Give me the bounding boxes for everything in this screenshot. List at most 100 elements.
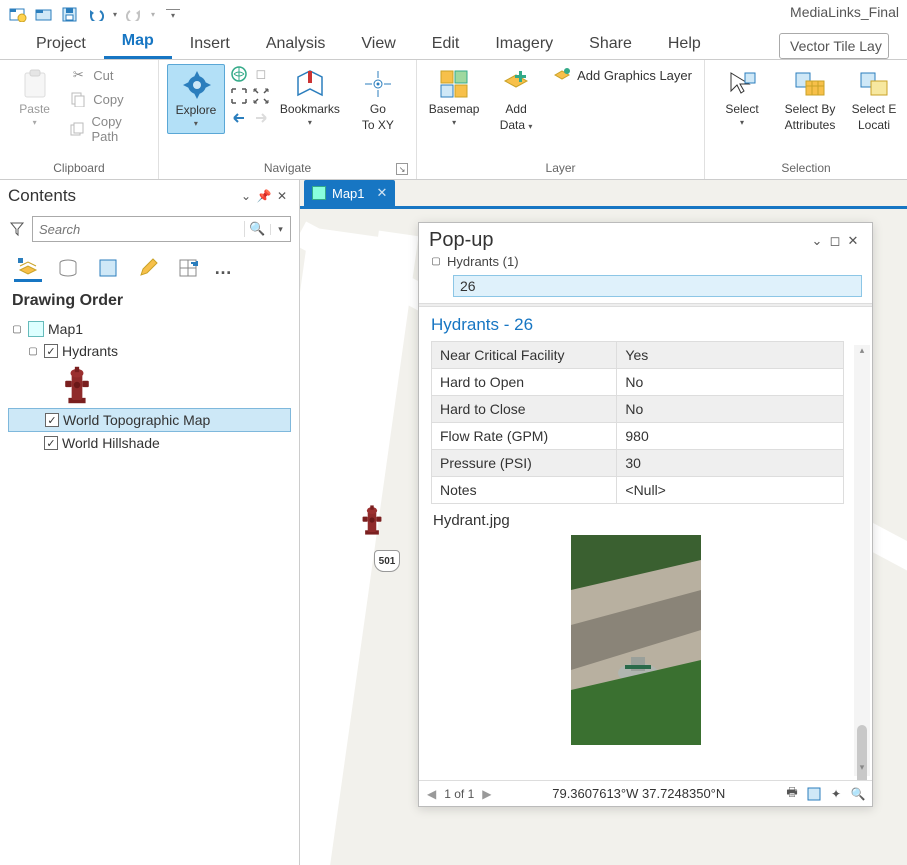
table-row: Near Critical FacilityYes [432,342,844,369]
qat-undo-icon[interactable] [84,3,108,25]
qat-save-icon[interactable] [58,3,82,25]
attribute-table: Near Critical FacilityYes Hard to OpenNo… [431,341,844,504]
layer-visibility-checkbox[interactable]: ✓ [44,344,58,358]
copy-path-button: Copy Path [65,112,150,146]
close-icon[interactable]: ✕ [377,185,388,201]
tree-layer-hydrants[interactable]: ▢ ✓ Hydrants [8,340,291,362]
table-row: Hard to OpenNo [432,369,844,396]
flash-icon[interactable]: ✦ [828,786,844,802]
map-icon [28,321,44,337]
toc-tab-data-source[interactable] [54,254,82,282]
copy-button: Copy [65,88,150,110]
group-label-layer: Layer [425,159,696,177]
add-data-icon [500,68,532,100]
map-view-tab[interactable]: Map1 ✕ [304,180,395,206]
contents-title: Contents [8,186,237,206]
popup-layer-row[interactable]: ▢ Hydrants (1) [429,254,862,269]
close-icon[interactable]: ✕ [273,189,291,203]
zoom-to-selection-icon[interactable] [229,86,249,106]
qat-redo-dropdown[interactable]: ▾ [148,10,158,19]
print-icon[interactable]: 🖶 [784,786,800,802]
bookmark-icon [294,68,326,100]
add-graphics-layer-button[interactable]: Add Graphics Layer [549,64,696,86]
fixed-zoom-in-icon[interactable]: ◻ [251,64,271,84]
select-by-location-button[interactable]: Select E Locati [849,64,899,137]
map-icon [312,186,326,200]
close-icon[interactable]: ✕ [844,233,862,249]
next-extent-icon[interactable] [251,108,271,128]
collapse-icon[interactable]: ▢ [429,256,443,267]
full-extent-icon[interactable] [229,64,249,84]
ribbon-command-search[interactable]: Vector Tile Lay [779,33,889,59]
tab-map[interactable]: Map [104,26,172,59]
select-button[interactable]: Select ▾ [713,64,771,132]
zoom-to-icon[interactable]: 🔍 [850,786,866,802]
toc-tab-snapping[interactable] [174,254,202,282]
route-shield: 501 [374,550,400,572]
tab-imagery[interactable]: Imagery [477,29,571,59]
table-row: Pressure (PSI)30 [432,450,844,477]
qat-open-project-icon[interactable] [32,3,56,25]
select-feature-icon[interactable] [806,786,822,802]
tab-share[interactable]: Share [571,29,650,59]
layer-visibility-checkbox[interactable]: ✓ [44,436,58,450]
attachment-image[interactable] [571,535,701,745]
toc-more-tabs[interactable]: … [214,258,234,279]
qat-redo-icon[interactable] [122,3,146,25]
tree-layer-world-topographic[interactable]: ✓ World Topographic Map [8,408,291,432]
contents-search-input[interactable] [33,222,244,237]
map-canvas[interactable]: Map1 ✕ 501 Pop-up ⌄ ◻ ✕ ▢ Hydrants (1) [300,180,907,865]
qat-customize-dropdown[interactable]: ▾ [166,9,180,20]
clipboard-icon [19,68,51,100]
tree-layer-world-hillshade[interactable]: ✓ World Hillshade [8,432,291,454]
chevron-down-icon: ▾ [33,118,37,128]
navigate-launcher-icon[interactable]: ↘ [396,163,408,175]
popup-selected-feature[interactable]: 26 [453,275,862,297]
copy-path-icon [69,120,85,138]
toc-tab-drawing-order[interactable] [14,254,42,282]
collapse-icon[interactable]: ▢ [26,346,40,357]
tab-edit[interactable]: Edit [414,29,478,59]
chevron-down-icon: ▾ [528,122,532,131]
pane-options-icon[interactable]: ⌄ [237,189,255,203]
tab-insert[interactable]: Insert [172,29,248,59]
go-to-xy-button[interactable]: Go To XY [349,64,407,137]
add-data-button[interactable]: Add Data ▾ [487,64,545,137]
qat-undo-dropdown[interactable]: ▾ [110,10,120,19]
explore-button[interactable]: Explore ▾ [167,64,225,134]
tab-analysis[interactable]: Analysis [248,29,344,59]
popup-scrollbar[interactable]: ▴ ▾ [854,345,870,776]
layer-symbol-hydrant[interactable] [62,362,92,408]
scroll-down-icon[interactable]: ▾ [854,762,870,776]
scroll-up-icon[interactable]: ▴ [854,345,870,359]
bookmarks-button[interactable]: Bookmarks ▾ [275,64,345,132]
previous-extent-icon[interactable] [229,108,249,128]
qat-new-project-icon[interactable] [6,3,30,25]
table-row: Flow Rate (GPM)980 [432,423,844,450]
attachment-name: Hydrant.jpg [431,504,860,533]
toc-tab-editing[interactable] [134,254,162,282]
layer-visibility-checkbox[interactable]: ✓ [45,413,59,427]
toc-tab-selection[interactable] [94,254,122,282]
map-feature-hydrant[interactable] [360,500,384,540]
popup-panel: Pop-up ⌄ ◻ ✕ ▢ Hydrants (1) 26 Hydrants … [418,222,873,807]
basemap-button[interactable]: Basemap ▾ [425,64,483,132]
pane-options-icon[interactable]: ⌄ [808,233,826,249]
pin-icon[interactable]: 📌 [255,189,273,203]
dock-icon[interactable]: ◻ [826,233,844,249]
tab-help[interactable]: Help [650,29,719,59]
filter-icon[interactable] [8,218,26,240]
collapse-icon[interactable]: ▢ [10,324,24,335]
tab-project[interactable]: Project [18,29,104,59]
record-counter: 1 of 1 [444,787,474,801]
prev-record-icon[interactable]: ◀ [425,787,438,801]
select-by-attributes-button[interactable]: Select By Attributes [775,64,845,137]
next-record-icon[interactable]: ▶ [480,787,493,801]
search-icon[interactable]: 🔍 [244,221,270,237]
fixed-zoom-out-icon[interactable] [251,86,271,106]
paste-button[interactable]: Paste ▾ [8,64,61,132]
search-dropdown-icon[interactable]: ▾ [270,224,290,235]
tree-map-node[interactable]: ▢ Map1 [8,318,291,340]
scissors-icon: ✂ [69,66,87,84]
tab-view[interactable]: View [343,29,413,59]
